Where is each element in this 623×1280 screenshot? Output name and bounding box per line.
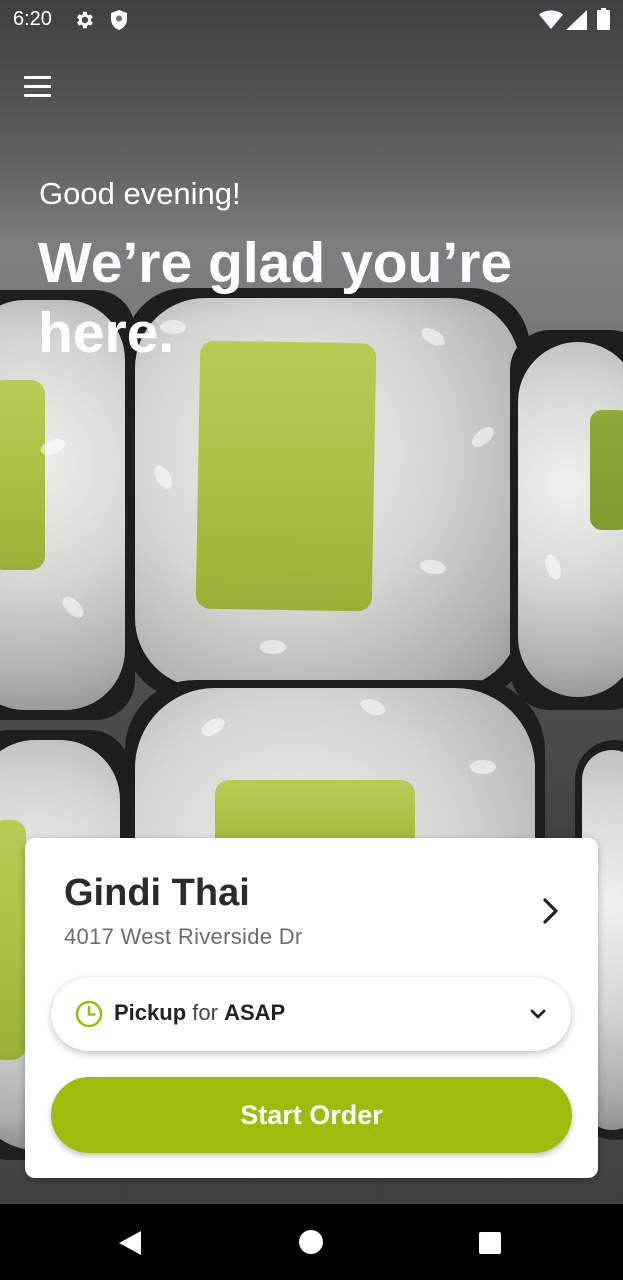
order-time: ASAP — [224, 1000, 286, 1025]
store-card: Gindi Thai 4017 West Riverside Dr Pickup… — [25, 838, 598, 1178]
home-icon[interactable] — [299, 1230, 323, 1254]
cellular-signal-icon — [566, 10, 587, 35]
store-address[interactable]: 4017 West Riverside Dr — [64, 924, 303, 950]
chevron-down-icon — [529, 1005, 547, 1023]
order-mode: Pickup — [114, 1000, 187, 1025]
store-name[interactable]: Gindi Thai — [64, 872, 250, 915]
system-nav-bar — [0, 1204, 623, 1280]
hamburger-menu-icon[interactable] — [24, 74, 52, 100]
pickup-label: Pickup for ASAP — [114, 1000, 285, 1026]
chevron-right-icon[interactable] — [537, 896, 561, 926]
start-order-button[interactable]: Start Order — [51, 1077, 572, 1153]
status-bar: 6:20 — [0, 0, 623, 40]
status-time: 6:20 — [13, 8, 52, 30]
order-mode-connector: for — [192, 1000, 218, 1025]
battery-icon — [597, 8, 610, 35]
headline: We’re glad you’re here. — [38, 231, 513, 365]
wifi-icon — [539, 10, 563, 35]
recent-apps-icon[interactable] — [479, 1232, 501, 1254]
back-icon[interactable] — [118, 1230, 142, 1261]
greeting-text: Good evening! — [39, 176, 241, 211]
pickup-time-selector[interactable]: Pickup for ASAP — [51, 977, 571, 1051]
settings-gear-icon — [73, 9, 95, 36]
shield-icon — [109, 9, 129, 36]
clock-icon — [75, 1000, 103, 1028]
